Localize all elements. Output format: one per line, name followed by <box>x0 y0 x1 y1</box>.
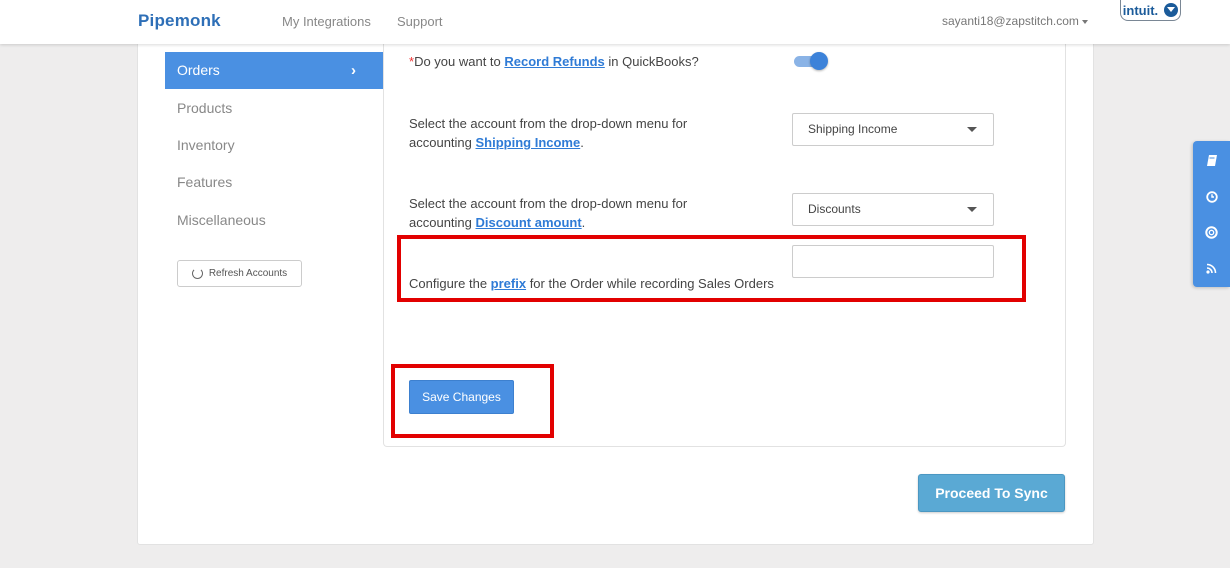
sidebar-item-orders[interactable]: Orders › <box>165 52 384 89</box>
sidebar-item-miscellaneous[interactable]: Miscellaneous <box>165 202 384 239</box>
question-text: for the Order while recording Sales Orde… <box>526 276 774 291</box>
refresh-accounts-label: Refresh Accounts <box>208 268 288 279</box>
sidebar-item-label: Orders <box>177 62 220 78</box>
question-text: in QuickBooks? <box>604 54 699 69</box>
select-value: Shipping Income <box>808 122 898 136</box>
shipping-income-link[interactable]: Shipping Income <box>476 135 581 150</box>
nav-link-support[interactable]: Support <box>397 14 443 29</box>
refresh-icon <box>191 268 203 279</box>
sidebar-item-features[interactable]: Features <box>165 164 384 201</box>
select-value: Discounts <box>808 202 861 216</box>
refresh-accounts-button[interactable]: Refresh Accounts <box>177 260 302 287</box>
top-navbar: Pipemonk My Integrations Support sayanti… <box>0 0 1230 44</box>
record-refunds-link[interactable]: Record Refunds <box>504 54 604 69</box>
proceed-to-sync-button[interactable]: Proceed To Sync <box>918 474 1065 512</box>
intuit-badge[interactable]: intuit. <box>1120 0 1181 21</box>
brand-logo[interactable]: Pipemonk <box>138 11 221 31</box>
shipping-income-select[interactable]: Shipping Income <box>792 113 994 146</box>
user-email: sayanti18@zapstitch.com <box>942 14 1079 28</box>
shipping-income-question: Select the account from the drop-down me… <box>409 114 739 152</box>
question-text: . <box>581 215 586 230</box>
clock-icon[interactable] <box>1193 179 1230 215</box>
chevron-right-icon: › <box>351 62 356 79</box>
dropdown-arrow-icon <box>967 207 977 212</box>
record-refunds-toggle[interactable] <box>792 52 828 70</box>
question-text: Do you want to <box>414 54 505 69</box>
order-prefix-input[interactable] <box>792 245 994 278</box>
rss-icon[interactable] <box>1193 250 1230 286</box>
discount-amount-question: Select the account from the drop-down me… <box>409 194 739 232</box>
sidebar-item-products[interactable]: Products <box>165 90 384 127</box>
order-prefix-question: Configure the prefix for the Order while… <box>409 274 779 293</box>
sidebar-item-inventory[interactable]: Inventory <box>165 127 384 164</box>
question-text: Configure the <box>409 276 491 291</box>
intuit-logo: intuit. <box>1122 2 1159 18</box>
discount-amount-link[interactable]: Discount amount <box>476 215 582 230</box>
record-refunds-question: *Do you want to Record Refunds in QuickB… <box>409 52 699 71</box>
book-icon[interactable] <box>1193 142 1230 178</box>
caret-down-icon <box>1081 19 1088 24</box>
discount-select[interactable]: Discounts <box>792 193 994 226</box>
chevron-down-icon <box>1164 3 1179 17</box>
dropdown-arrow-icon <box>967 127 977 132</box>
user-menu[interactable]: sayanti18@zapstitch.com <box>942 14 1088 28</box>
toggle-knob <box>810 52 828 70</box>
nav-link-my-integrations[interactable]: My Integrations <box>282 14 371 29</box>
prefix-link[interactable]: prefix <box>491 276 526 291</box>
save-changes-button[interactable]: Save Changes <box>409 380 514 414</box>
floating-toolbar <box>1193 141 1230 287</box>
lifebuoy-icon[interactable] <box>1193 214 1230 250</box>
question-text: . <box>580 135 584 150</box>
